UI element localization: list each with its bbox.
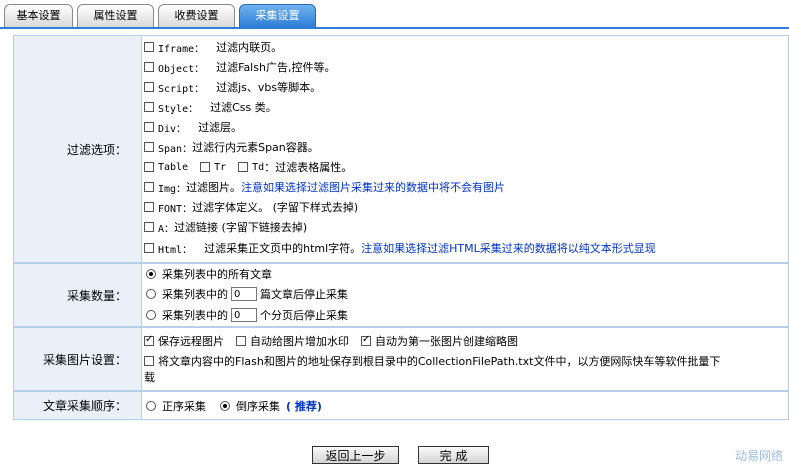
tab-property-settings[interactable]: 属性设置	[77, 4, 154, 27]
flash-save-option[interactable]: 将文章内容中的Flash和图片的地址保存到根目录中的CollectionFile…	[144, 352, 720, 370]
checkbox[interactable]	[144, 122, 154, 132]
count-row: 采集数量： 采集列表中的所有文章 采集列表中的 0 篇文章后停止采集 采集列表中的 0…	[13, 263, 789, 327]
filter-style[interactable]: Style： 过滤Css 类。	[144, 98, 277, 116]
checkbox[interactable]	[144, 62, 154, 72]
filter-cell: Iframe： 过滤内联页。 Object： 过滤Falsh广告,控件等。 Scri…	[142, 36, 788, 262]
order-cell: 正序采集 倒序采集 ( 推荐)	[142, 392, 788, 419]
filter-font[interactable]: FONT： 过滤字体定义。 (字留下样式去掉)	[144, 198, 358, 216]
filter-label: 过滤选项：	[14, 36, 141, 262]
order-row: 文章采集顺序： 正序采集 倒序采集 ( 推荐)	[13, 391, 789, 420]
filter-table[interactable]: Table Tr Td ：过滤表格属性。	[144, 158, 352, 176]
checkbox-flash[interactable]	[144, 356, 154, 366]
image-cell: 保存远程图片 自动给图片增加水印 自动为第一张图片创建缩略图 将文章内容中的Fl…	[142, 328, 788, 390]
tab-collection-settings[interactable]: 采集设置	[239, 4, 316, 27]
order-label: 文章采集顺序：	[14, 392, 141, 419]
radio-forward[interactable]	[146, 401, 156, 411]
count-cell: 采集列表中的所有文章 采集列表中的 0 篇文章后停止采集 采集列表中的 0 个分页后停止…	[142, 264, 788, 326]
watermark-logo: 动易网络	[734, 449, 783, 463]
image-label: 采集图片设置：	[14, 328, 141, 390]
checkbox[interactable]	[144, 82, 154, 92]
checkbox[interactable]	[144, 222, 154, 232]
back-button[interactable]: 返回上一步	[312, 446, 399, 464]
flash-save-option-wrap: 载	[144, 371, 155, 384]
recommend-note: ( 推荐)	[286, 400, 322, 413]
count-label: 采集数量：	[14, 264, 141, 326]
radio-pages[interactable]	[146, 310, 156, 320]
count-option-all[interactable]: 采集列表中的所有文章	[144, 265, 272, 283]
tab-underline	[0, 27, 789, 29]
count-option-articles[interactable]: 采集列表中的 0 篇文章后停止采集	[144, 285, 348, 303]
checkbox[interactable]	[144, 42, 154, 52]
filter-div[interactable]: Div： 过滤层。	[144, 118, 242, 136]
tab-fee-settings[interactable]: 收费设置	[158, 4, 235, 27]
filter-a[interactable]: A： 过滤链接 (字留下链接去掉)	[144, 218, 307, 236]
checkbox-table[interactable]	[144, 162, 154, 172]
radio-reverse[interactable]	[220, 401, 230, 411]
checkbox-thumbnail[interactable]	[361, 334, 371, 346]
tab-bar: 基本设置 属性设置 收费设置 采集设置	[0, 4, 789, 28]
checkbox-tr[interactable]	[200, 162, 211, 172]
radio-all[interactable]	[146, 269, 156, 279]
filter-img[interactable]: Img： 过滤图片。 注意如果选择过滤图片采集过来的数据中将不会有图片	[144, 178, 505, 196]
filter-object[interactable]: Object： 过滤Falsh广告,控件等。	[144, 58, 335, 76]
filter-script[interactable]: Script： 过滤js、vbs等脚本。	[144, 78, 321, 96]
checkbox[interactable]	[144, 102, 154, 112]
pages-count-input[interactable]: 0	[231, 308, 257, 322]
order-options: 正序采集 倒序采集 ( 推荐)	[144, 397, 322, 415]
checkbox[interactable]	[144, 182, 154, 192]
filter-iframe[interactable]: Iframe： 过滤内联页。	[144, 38, 282, 56]
count-option-pages[interactable]: 采集列表中的 0 个分页后停止采集	[144, 306, 348, 324]
checkbox[interactable]	[144, 202, 154, 212]
finish-button[interactable]: 完 成	[418, 446, 489, 464]
radio-articles[interactable]	[146, 289, 156, 299]
tab-basic-settings[interactable]: 基本设置	[4, 4, 73, 27]
image-row: 采集图片设置： 保存远程图片 自动给图片增加水印 自动为第一张图片创建缩略图 将…	[13, 327, 789, 391]
articles-count-input[interactable]: 0	[231, 287, 257, 301]
filter-span[interactable]: Span： 过滤行内元素Span容器。	[144, 138, 319, 156]
filter-html[interactable]: Html： 过滤采集正文页中的html字符。 注意如果选择过滤HTML采集过来的数据…	[144, 239, 656, 257]
checkbox-watermark[interactable]	[236, 336, 246, 346]
settings-table: 过滤选项： Iframe： 过滤内联页。 Object： 过滤Falsh广告,控件等…	[13, 35, 789, 420]
image-options: 保存远程图片 自动给图片增加水印 自动为第一张图片创建缩略图	[144, 332, 518, 350]
checkbox-td[interactable]	[238, 162, 249, 172]
filter-row: 过滤选项： Iframe： 过滤内联页。 Object： 过滤Falsh广告,控件等…	[13, 35, 789, 263]
checkbox[interactable]	[144, 142, 154, 152]
checkbox-save-remote[interactable]	[144, 334, 154, 346]
checkbox[interactable]	[144, 243, 154, 253]
